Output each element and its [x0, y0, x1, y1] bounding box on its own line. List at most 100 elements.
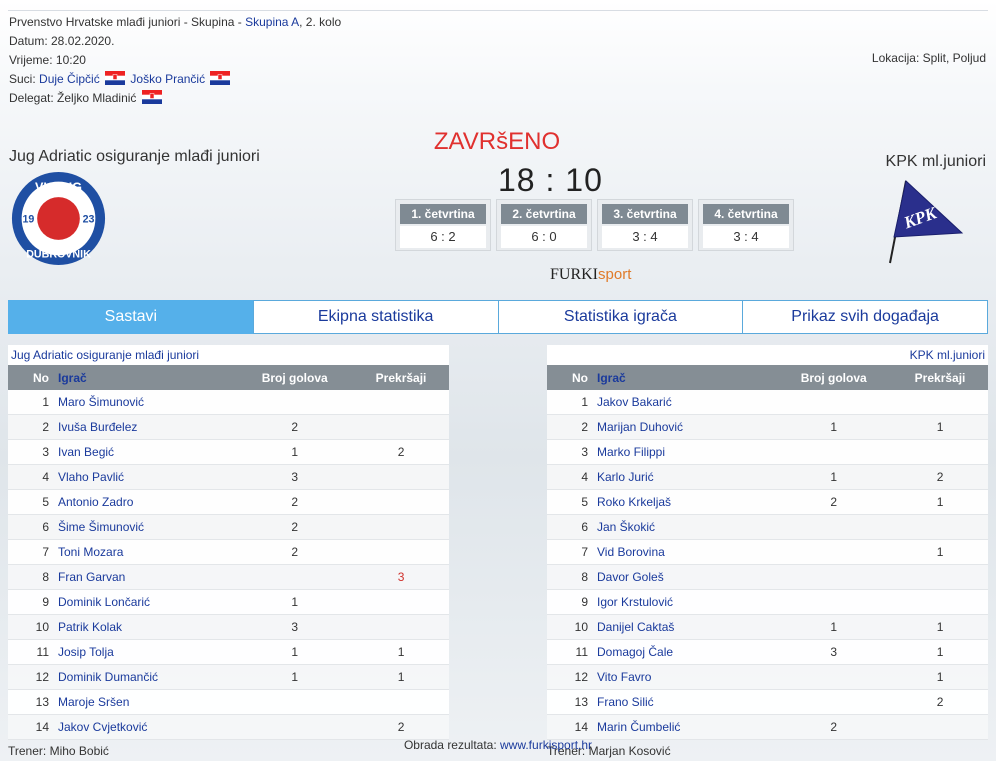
player-number: 1 — [8, 390, 57, 415]
player-name-link[interactable]: Fran Garvan — [57, 564, 237, 590]
player-name-link[interactable]: Dominik Lončarić — [57, 589, 237, 615]
croatia-flag-icon — [141, 90, 162, 104]
quarter-box: 1. četvrtina 6 : 2 — [395, 199, 491, 251]
delegate-label: Delegat: — [9, 91, 54, 105]
player-fouls — [353, 689, 449, 715]
player-name-link[interactable]: Josip Tolja — [57, 639, 237, 665]
quarter-box: 4. četvrtina 3 : 4 — [698, 199, 794, 251]
table-row: 8 Fran Garvan 3 — [8, 564, 449, 590]
player-fouls: 1 — [892, 414, 988, 440]
player-name-link[interactable]: Marijan Duhović — [596, 414, 776, 440]
player-name-link[interactable]: Vito Favro — [596, 664, 776, 690]
referee-1-link[interactable]: Duje Čipčić — [39, 72, 100, 86]
player-fouls: 2 — [892, 689, 988, 715]
competition-label: Prvenstvo Hrvatske mlađi juniori - Skupi… — [9, 15, 246, 29]
player-name-link[interactable]: Danijel Caktaš — [596, 614, 776, 640]
player-number: 12 — [8, 664, 57, 690]
col-goals: Broj golova — [236, 365, 354, 390]
tab-bar: Sastavi Ekipna statistika Statistika igr… — [8, 300, 988, 334]
player-number: 2 — [547, 414, 596, 440]
table-row: 4 Vlaho Pavlić 3 — [8, 464, 449, 490]
player-name-link[interactable]: Jakov Bakarić — [596, 390, 776, 415]
home-logo-right-text: 23 — [83, 213, 95, 225]
player-number: 8 — [8, 564, 57, 590]
tab-sastavi[interactable]: Sastavi — [8, 300, 254, 334]
player-name-link[interactable]: Jakov Cvjetković — [57, 714, 237, 740]
player-goals: 2 — [236, 489, 354, 515]
group-link[interactable]: Skupina A — [245, 15, 299, 29]
player-name-link[interactable]: Ivuša Burđelez — [57, 414, 237, 440]
player-goals — [236, 564, 354, 590]
quarter-label: 1. četvrtina — [400, 204, 486, 224]
player-name-link[interactable]: Patrik Kolak — [57, 614, 237, 640]
player-number: 12 — [547, 664, 596, 690]
player-name-link[interactable]: Antonio Zadro — [57, 489, 237, 515]
player-fouls — [892, 514, 988, 540]
player-fouls — [353, 614, 449, 640]
player-name-link[interactable]: Karlo Jurić — [596, 464, 776, 490]
player-number: 1 — [547, 390, 596, 415]
player-fouls — [353, 414, 449, 440]
home-lineup: Jug Adriatic osiguranje mlađi juniori No… — [8, 345, 449, 758]
player-goals — [236, 714, 354, 740]
referee-2-link[interactable]: Joško Prančić — [130, 72, 205, 86]
player-goals: 1 — [236, 639, 354, 665]
table-row: 1 Jakov Bakarić — [547, 390, 988, 415]
player-name-link[interactable]: Toni Mozara — [57, 539, 237, 565]
table-row: 7 Vid Borovina 1 — [547, 539, 988, 565]
player-name-link[interactable]: Ivan Begić — [57, 439, 237, 465]
player-number: 3 — [547, 439, 596, 465]
player-name-link[interactable]: Jan Škokić — [596, 514, 776, 540]
player-name-link[interactable]: Dominik Dumančić — [57, 664, 237, 690]
player-name-link[interactable]: Vlaho Pavlić — [57, 464, 237, 490]
player-name-link[interactable]: Maro Šimunović — [57, 390, 237, 415]
furkisport-logo[interactable]: FURKIsport — [550, 266, 631, 284]
player-number: 7 — [547, 539, 596, 565]
table-row: 6 Jan Škokić — [547, 514, 988, 540]
player-name-link[interactable]: Vid Borovina — [596, 539, 776, 565]
player-name-link[interactable]: Igor Krstulović — [596, 589, 776, 615]
match-status: ZAVRšENO — [433, 128, 561, 155]
player-number: 5 — [547, 489, 596, 515]
table-row: 11 Josip Tolja 1 1 — [8, 639, 449, 665]
footer-link[interactable]: www.furkisport.hr — [500, 738, 592, 752]
player-number: 13 — [547, 689, 596, 715]
col-player: Igrač — [596, 365, 776, 390]
player-number: 14 — [8, 714, 57, 740]
player-number: 4 — [547, 464, 596, 490]
home-logo-bottom-text: DUBROVNIK — [26, 248, 91, 260]
player-fouls: 1 — [353, 664, 449, 690]
date-line: Datum: 28.02.2020. — [9, 34, 115, 48]
player-goals — [775, 390, 893, 415]
quarter-label: 4. četvrtina — [703, 204, 789, 224]
player-number: 2 — [8, 414, 57, 440]
player-fouls — [353, 390, 449, 415]
delegate-name: Željko Mladinić — [57, 91, 137, 105]
tab-statistika-igraca[interactable]: Statistika igrača — [497, 300, 744, 334]
player-number: 10 — [547, 614, 596, 640]
player-name-link[interactable]: Šime Šimunović — [57, 514, 237, 540]
player-fouls: 1 — [892, 489, 988, 515]
player-fouls — [353, 589, 449, 615]
player-name-link[interactable]: Marko Filippi — [596, 439, 776, 465]
quarter-score: 3 : 4 — [703, 226, 789, 248]
player-name-link[interactable]: Frano Silić — [596, 689, 776, 715]
player-name-link[interactable]: Davor Goleš — [596, 564, 776, 590]
table-row: 13 Frano Silić 2 — [547, 689, 988, 715]
player-number: 7 — [8, 539, 57, 565]
table-row: 10 Danijel Caktaš 1 1 — [547, 614, 988, 640]
player-name-link[interactable]: Domagoj Čale — [596, 639, 776, 665]
away-team-logo: KPK — [889, 180, 964, 264]
tab-prikaz-dogadaja[interactable]: Prikaz svih događaja — [742, 300, 988, 334]
sponsor-logo-part-b: sport — [598, 266, 632, 283]
player-goals — [236, 689, 354, 715]
player-fouls — [892, 564, 988, 590]
table-row: 3 Marko Filippi — [547, 439, 988, 465]
player-name-link[interactable]: Roko Krkeljaš — [596, 489, 776, 515]
table-row: 2 Ivuša Burđelez 2 — [8, 414, 449, 440]
table-row: 12 Vito Favro 1 — [547, 664, 988, 690]
player-name-link[interactable]: Maroje Sršen — [57, 689, 237, 715]
tab-ekipna-statistika[interactable]: Ekipna statistika — [252, 300, 499, 334]
player-name-link[interactable]: Marin Čumbelić — [596, 714, 776, 740]
quarter-score: 6 : 2 — [400, 226, 486, 248]
